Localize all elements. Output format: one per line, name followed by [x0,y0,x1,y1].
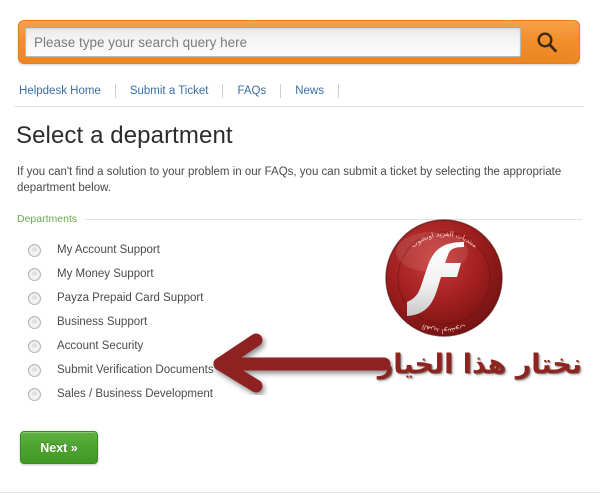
list-item[interactable]: Business Support [17,310,582,334]
radio-icon[interactable] [28,387,41,401]
departments-fieldset: Departments My Account Support My Money … [17,212,582,406]
nav-separator [222,84,224,98]
department-label[interactable]: My Money Support [57,268,154,280]
nav-separator [280,84,282,98]
nav-link-helpdesk-home[interactable]: Helpdesk Home [18,85,102,97]
departments-legend-label: Departments [17,213,78,225]
nav-separator [337,84,339,98]
department-label[interactable]: Sales / Business Development [57,388,213,400]
header-divider [14,106,584,107]
list-item[interactable]: My Account Support [17,238,582,262]
search-button[interactable] [521,26,573,58]
radio-icon[interactable] [28,363,41,377]
page-description: If you can't find a solution to your pro… [17,166,562,194]
list-item[interactable]: My Money Support [17,262,582,286]
department-label[interactable]: Business Support [57,316,147,328]
search-input[interactable] [25,27,521,57]
department-list: My Account Support My Money Support Payz… [17,238,582,406]
nav-link-submit-a-ticket[interactable]: Submit a Ticket [129,85,210,97]
department-label[interactable]: Submit Verification Documents [57,364,214,376]
next-button[interactable]: Next » [20,431,98,464]
department-label[interactable]: Account Security [57,340,143,352]
nav-link-news[interactable]: News [294,85,325,97]
helpdesk-page: Helpdesk Home Submit a Ticket FAQs News … [0,0,600,500]
radio-icon[interactable] [28,243,41,257]
nav-link-faqs[interactable]: FAQs [236,85,267,97]
department-label[interactable]: Payza Prepaid Card Support [57,292,203,304]
footer-divider [0,492,600,493]
search-bar [18,20,580,64]
radio-icon[interactable] [28,291,41,305]
nav-separator [114,84,116,98]
page-title: Select a department [16,122,233,149]
departments-legend: Departments [17,212,582,226]
primary-nav: Helpdesk Home Submit a Ticket FAQs News [18,82,582,100]
list-item[interactable]: Sales / Business Development [17,382,582,406]
list-item[interactable]: Payza Prepaid Card Support [17,286,582,310]
legend-rule [85,218,582,220]
radio-icon[interactable] [28,339,41,353]
list-item[interactable]: Account Security [17,334,582,358]
list-item[interactable]: Submit Verification Documents [17,358,582,382]
department-label[interactable]: My Account Support [57,244,160,256]
radio-icon[interactable] [28,267,41,281]
radio-icon[interactable] [28,315,41,329]
search-icon [535,30,559,54]
